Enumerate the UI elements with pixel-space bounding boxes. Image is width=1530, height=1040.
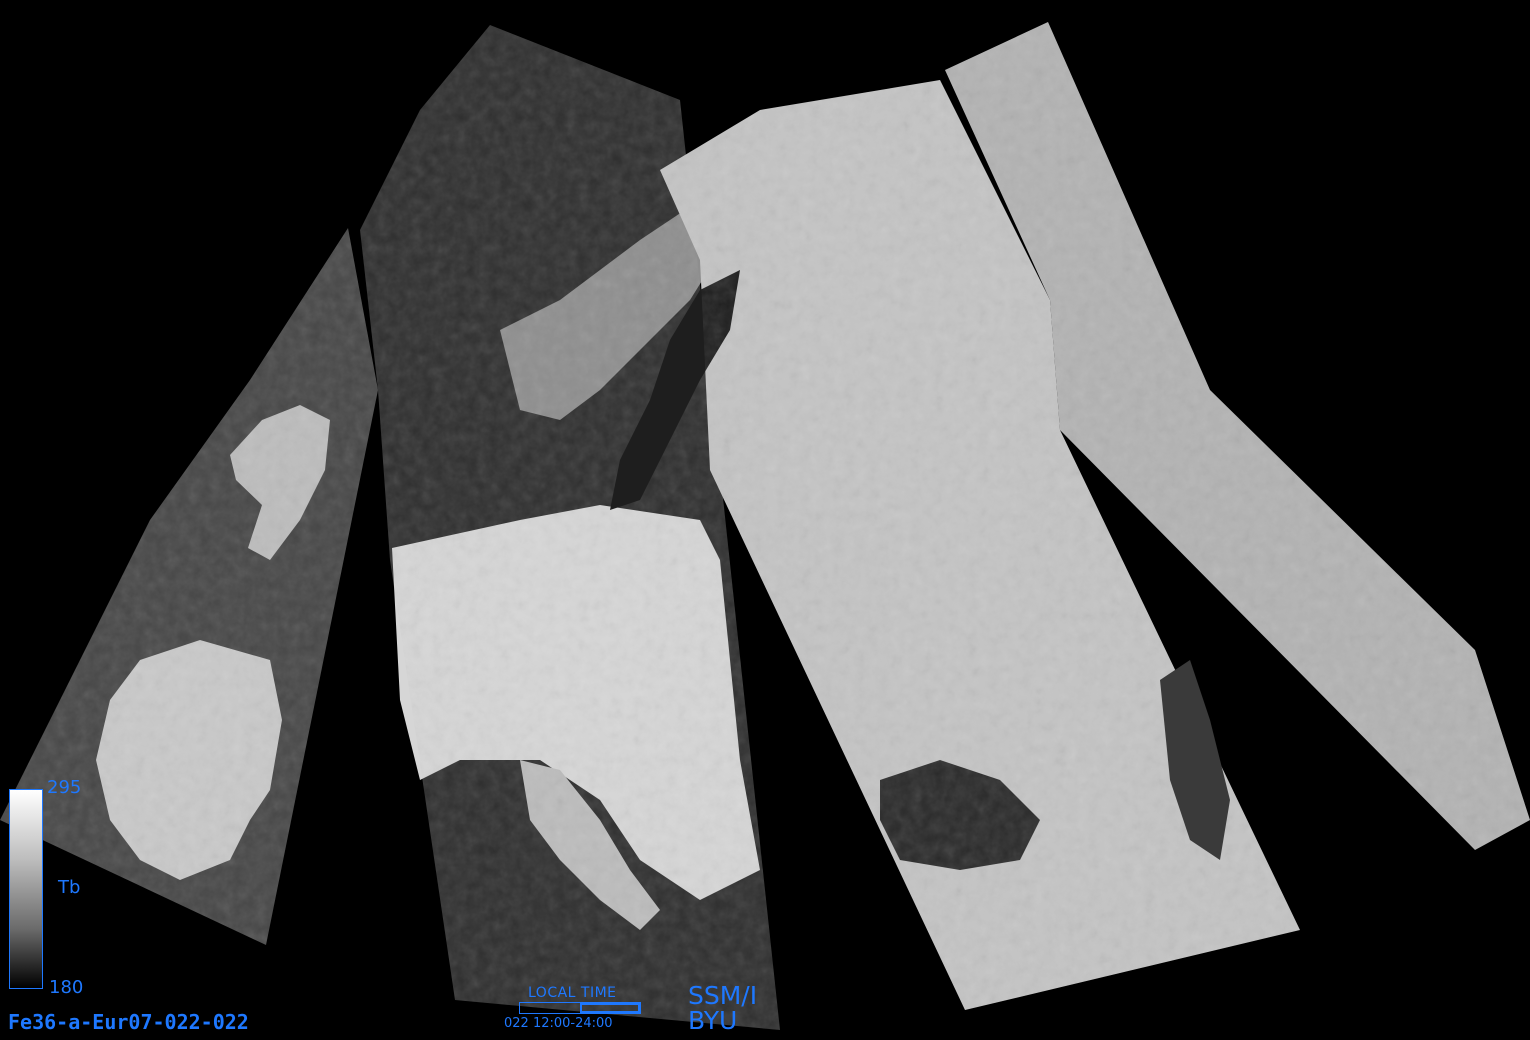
local-time-range: 022 12:00-24:00 <box>504 1016 613 1031</box>
organization-name: BYU <box>688 1006 738 1035</box>
swath-1 <box>0 228 378 945</box>
local-time-title: LOCAL TIME <box>528 985 617 1001</box>
sensor-name: SSM/I <box>688 981 758 1010</box>
colorbar-variable-label: Tb <box>58 877 81 898</box>
colorbar <box>9 789 43 989</box>
colorbar-min-label: 180 <box>49 977 84 998</box>
local-time-indicator-fill <box>580 1003 640 1013</box>
colorbar-max-label: 295 <box>47 777 82 798</box>
local-time-indicator <box>519 1002 641 1014</box>
image-id: Fe36-a-Eur07-022-022 <box>8 1010 249 1034</box>
brightness-temperature-map <box>0 22 1530 1030</box>
